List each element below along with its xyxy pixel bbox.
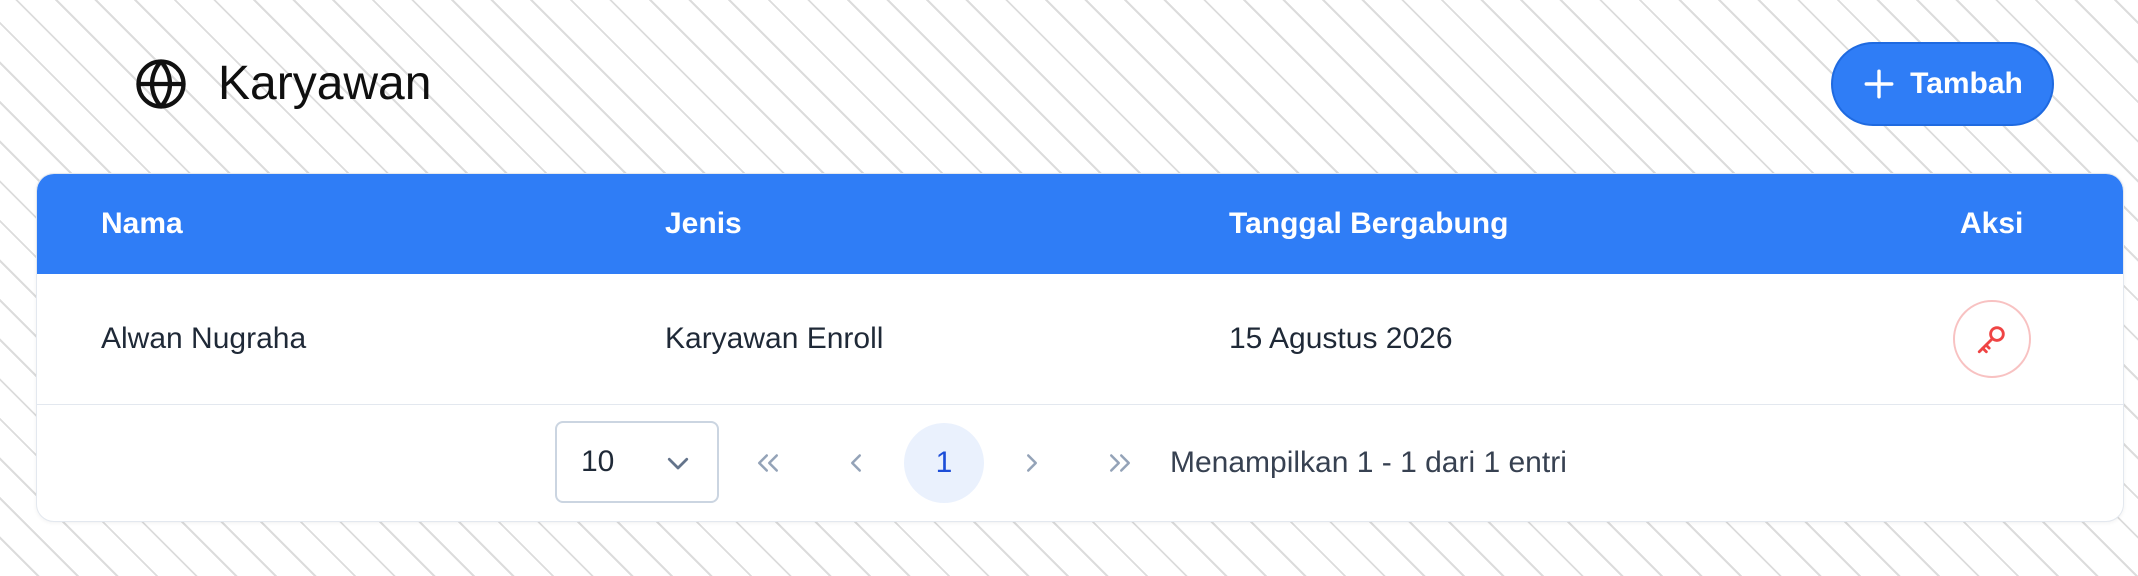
cell-nama: Alwan Nugraha [101,322,307,355]
page-size-value: 10 [581,445,615,478]
last-page-button[interactable] [1080,423,1160,503]
column-header-tanggal: Tanggal Bergabung [1229,207,1509,240]
cell-tanggal: 15 Agustus 2026 [1229,322,1453,355]
previous-page-button[interactable] [816,423,896,503]
column-header-jenis: Jenis [665,207,742,240]
pagination-info: Menampilkan 1 - 1 dari 1 entri [1170,446,1567,479]
chevron-right-icon [1027,454,1037,472]
key-icon [1977,326,2005,354]
page-button-current[interactable]: 1 [904,423,984,503]
column-header-aksi: Aksi [1960,207,2024,240]
reset-key-button[interactable] [1953,300,2031,378]
current-page-number: 1 [935,446,953,479]
next-page-button[interactable] [992,423,1072,503]
table-row: Alwan Nugraha Karyawan Enroll 15 Agustus… [37,274,2123,405]
cell-jenis: Karyawan Enroll [665,322,884,355]
add-button-label: Tambah [1910,67,2023,100]
column-header-nama: Nama [101,207,183,240]
page-title: Karyawan [218,57,432,110]
chevron-down-icon [667,457,689,470]
globe-icon [134,57,188,111]
table-header: Nama Jenis Tanggal Bergabung Aksi [37,174,2123,274]
chevrons-right-icon [1110,454,1130,472]
chevron-left-icon [851,454,861,472]
add-button[interactable]: Tambah [1831,42,2054,126]
plus-icon [1864,69,1894,99]
first-page-button[interactable] [728,423,808,503]
page-size-select[interactable]: 10 [555,421,719,503]
chevrons-left-icon [758,454,778,472]
